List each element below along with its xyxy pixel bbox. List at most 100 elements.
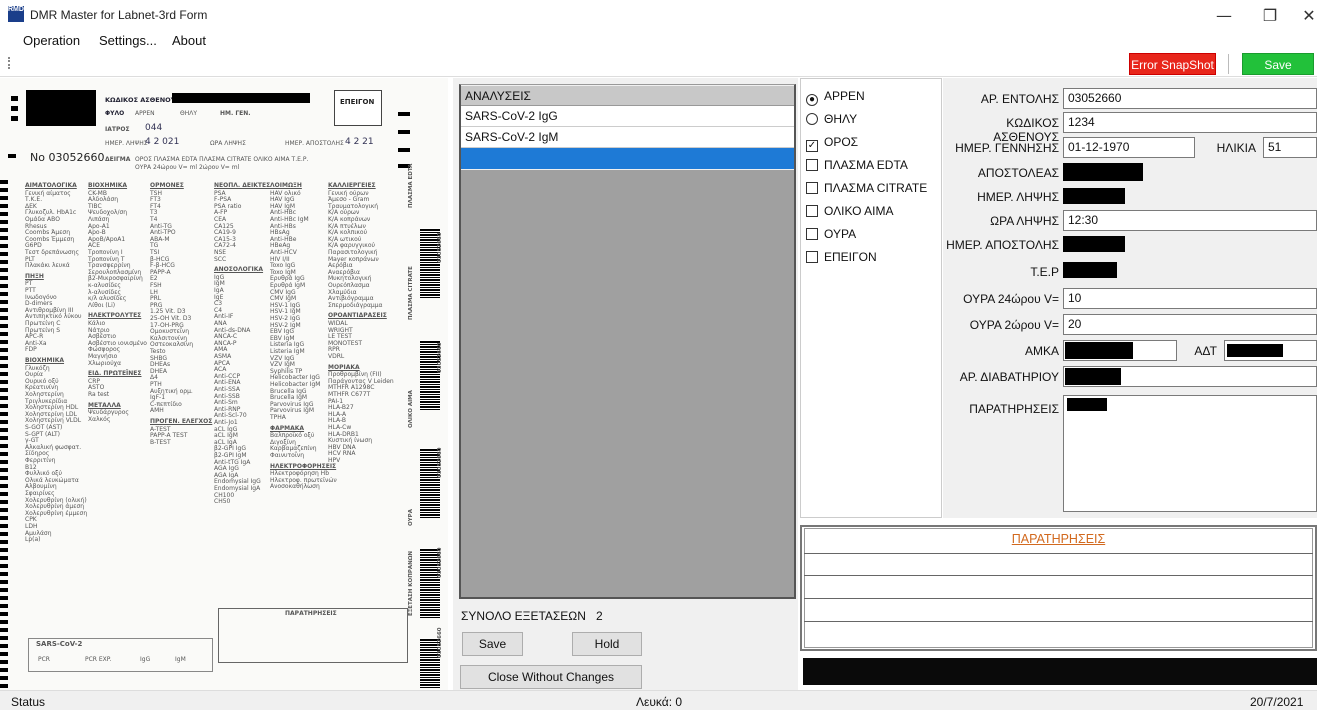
radio-label: ΘΗΛΥ [824, 112, 858, 126]
total-tests-text: ΣΥΝΟΛΟ ΕΞΕΤΑΣΕΩΝ [461, 609, 586, 623]
form-section-title: ΒΙΟΧΗΜΙΚΑ [88, 182, 128, 189]
close-without-changes-button[interactable]: Close Without Changes [460, 665, 642, 689]
redaction [172, 93, 310, 103]
form-marker [11, 106, 18, 111]
birth-date-field[interactable]: 01-12-1970 [1063, 137, 1195, 158]
form-test-item: Σπερμοδιάγραμμα [328, 301, 383, 309]
form-section-title: ΜΕΤΑΛΛΑ [88, 401, 121, 409]
form-test-item: HPV [328, 457, 341, 464]
checkbox-urgent[interactable]: ΕΠΕΙΓΟΝ [806, 250, 877, 264]
form-marker [11, 96, 18, 101]
collect-time-field[interactable]: 12:30 [1063, 210, 1317, 231]
radio-gender-female[interactable]: ΘΗΛΥ [806, 112, 857, 126]
form-marker [398, 130, 410, 134]
form-section-title: ΠΡΟΓΕΝ. ΕΛΕΓΧΟΣ [150, 418, 213, 425]
form-section-title: ΗΛΕΚΤΡΟΛΥΤΕΣ [88, 312, 142, 320]
form-sars-pcr: PCR [38, 656, 50, 663]
status-date: 20/7/2021 [1250, 695, 1304, 709]
redaction [1063, 262, 1117, 278]
form-test-item: Ra test [88, 391, 110, 398]
checkbox-unchecked-icon [806, 228, 818, 240]
checkbox-label: ΟΡΟΣ [824, 135, 859, 149]
amka-label: ΑΜΚΑ [1024, 344, 1059, 358]
form-sample-types: ΟΡΟΣ ΠΛΑΣΜΑ EDTA ΠΛΑΣΜΑ CITRATE ΟΛΙΚΟ ΑΙ… [135, 156, 309, 163]
form-test-item: AMH [150, 407, 164, 415]
save-button[interactable]: Save [462, 632, 523, 656]
menu-about[interactable]: About [172, 33, 206, 48]
checkbox-label: ΟΥΡΑ [824, 227, 857, 241]
order-no-label: ΑΡ. ΕΝΤΟΛΗΣ [980, 92, 1059, 106]
close-window-button[interactable]: ✕ [1286, 0, 1317, 32]
form-marker [398, 112, 410, 116]
tep-label: Τ.Ε.Ρ [1030, 265, 1059, 279]
collect-time-label: ΩΡΑ ΛΗΨΗΣ [990, 214, 1059, 228]
remarks-field[interactable] [1063, 395, 1317, 512]
menu-settings[interactable]: Settings... [99, 33, 157, 48]
barcode-label: 03052660 [437, 447, 443, 478]
form-test-item: CH50 [214, 498, 231, 506]
checkbox-urine[interactable]: ΟΥΡΑ [806, 227, 856, 241]
redaction [1227, 344, 1283, 357]
form-urgent-label: ΕΠΕΙΓΟΝ [340, 98, 375, 106]
patient-code-field[interactable]: 1234 [1063, 112, 1317, 133]
hold-button[interactable]: Hold [572, 632, 642, 656]
analyses-list-empty-area[interactable] [461, 170, 794, 597]
analysis-row[interactable]: SARS-CoV-2 IgM [461, 127, 794, 148]
form-section-title: ΚΑΛΛΙΕΡΓΕΙΕΣ [328, 182, 376, 189]
form-sars-igm: IgM [175, 656, 186, 663]
checkbox-checked-icon: ✓ [806, 140, 818, 152]
redaction [26, 90, 96, 126]
age-field[interactable]: 51 [1263, 137, 1317, 158]
notes-table[interactable] [804, 528, 1313, 648]
form-section-title: ΟΡΟΑΝΤΙΔΡΑΣΕΙΣ [328, 312, 387, 320]
form-urgent-box [334, 90, 382, 126]
checkbox-plasma-edta[interactable]: ΠΛΑΣΜΑ EDTA [806, 158, 908, 172]
toolbar-grip[interactable] [8, 57, 11, 69]
status-blank-count: Λευκά: 0 [636, 695, 683, 709]
form-test-item: Lp(a) [25, 536, 41, 544]
checkbox-unchecked-icon [806, 159, 818, 171]
checkbox-unchecked-icon [806, 182, 818, 194]
send-date-label: ΗΜΕΡ. ΑΠΟΣΤΟΛΗΣ [946, 238, 1059, 252]
error-snapshot-button[interactable]: Error SnapShot [1129, 53, 1216, 75]
radio-checked-icon: ● [806, 94, 818, 106]
analysis-row[interactable]: SARS-CoV-2 IgG [461, 106, 794, 127]
radio-label: APPEN [824, 89, 865, 103]
barcode-label: ΠΛΑΣΜΑ EDTA [408, 163, 414, 208]
adt-label: ΑΔΤ [1194, 344, 1217, 358]
checkbox-serum[interactable]: ✓ ΟΡΟΣ [806, 135, 858, 152]
form-send-value: 4 2 21 [345, 137, 374, 147]
redaction-strip [803, 658, 1317, 685]
remarks-label: ΠΑΡΑΤΗΡΗΣΕΙΣ [969, 402, 1059, 416]
checkbox-whole-blood[interactable]: ΟΛΙΚΟ ΑΙΜΑ [806, 204, 893, 218]
form-gender-m: APPEN [135, 110, 155, 117]
urine2-field[interactable]: 20 [1063, 314, 1317, 335]
form-sars-pcr-exp: PCR EXP. [85, 656, 112, 663]
scanned-form-image: ΚΩΔΙΚΟΣ ΑΣΘΕΝΟΥΣ ΦΥΛΟ APPEN ΘΗΛΥ ΗΜ. ΓΕΝ… [0, 78, 448, 690]
form-section-title: ΛΟΙΜΩΞΗ [270, 182, 302, 189]
notes-line [804, 621, 1313, 622]
barcode-label: 03052660 [437, 627, 443, 658]
checkbox-plasma-citrate[interactable]: ΠΛΑΣΜΑ CITRATE [806, 181, 927, 195]
app-icon: RMDM [8, 6, 30, 22]
notes-line [804, 575, 1313, 576]
form-doctor-value: 044 [145, 123, 163, 133]
radio-gender-male[interactable]: ● APPEN [806, 89, 865, 106]
birth-date-label: ΗΜΕΡ. ΓΕΝΝΗΣΗΣ [955, 141, 1059, 155]
form-section-title: ΜΟΡΙΑΚΑ [328, 363, 360, 371]
form-sample-label: ΔΕΙΓΜΑ [105, 156, 131, 163]
minimize-button[interactable]: — [1201, 0, 1247, 32]
form-sars-title: SARS-CoV-2 [36, 640, 83, 648]
toolbar-save-button[interactable]: Save [1242, 53, 1314, 75]
form-send-label: ΗΜΕΡ. ΑΠΟΣΤΟΛΗΣ [285, 140, 344, 147]
barcode-label: 03052660 [437, 547, 443, 578]
redaction [1063, 236, 1125, 252]
analysis-row-selected[interactable] [461, 148, 794, 169]
form-section-title: ΠΗΞΗ [25, 272, 44, 280]
order-no-field[interactable]: 03052660 [1063, 88, 1317, 109]
form-remarks-title: ΠΑΡΑΤΗΡΗΣΕΙΣ [285, 610, 337, 617]
menu-operation[interactable]: Operation [23, 33, 80, 48]
redaction [1063, 188, 1125, 204]
urine24-field[interactable]: 10 [1063, 288, 1317, 309]
barcode-label: ΕΞΕΤΑΣΗ ΚΟΠΡΑΝΩΝ [408, 551, 414, 616]
